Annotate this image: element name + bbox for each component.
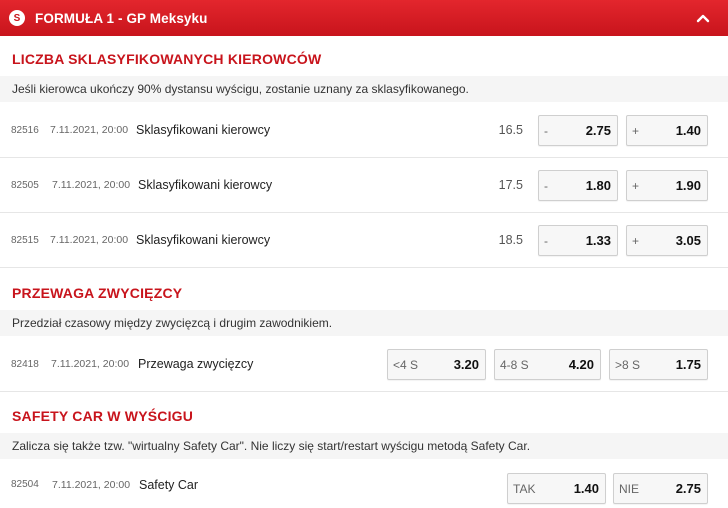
odd-label: +: [632, 233, 640, 248]
odd-value: 1.40: [675, 123, 701, 138]
odd-value: 2.75: [585, 123, 611, 138]
odd-button-plus[interactable]: + 1.90: [626, 170, 708, 201]
odd-button-minus[interactable]: - 1.33: [538, 225, 618, 256]
event-date: 7.11.2021, 20:00: [51, 358, 130, 370]
event-date: 7.11.2021, 20:00: [50, 124, 129, 136]
odd-value: 1.40: [573, 481, 599, 496]
odd-value: 1.90: [675, 178, 701, 193]
odd-label: -: [544, 178, 548, 193]
bet-name: Sklasyfikowani kierowcy: [136, 233, 271, 247]
bet-line: 16.5: [498, 123, 523, 137]
odd-label: TAK: [513, 481, 536, 496]
odd-value: 4.20: [568, 357, 594, 372]
event-date: 7.11.2021, 20:00: [52, 179, 131, 191]
event-code: 82516: [11, 124, 39, 136]
odd-button-yes[interactable]: TAK 1.40: [507, 473, 606, 504]
odd-button-minus[interactable]: - 2.75: [538, 115, 618, 146]
odd-label: 4-8 S: [500, 357, 529, 372]
bet-row: 82504 7.11.2021, 20:00 Safety Car TAK 1.…: [0, 461, 728, 508]
odd-label: <4 S: [393, 357, 419, 372]
section-description: Jeśli kierowca ukończy 90% dystansu wyśc…: [0, 76, 728, 102]
bet-name: Sklasyfikowani kierowcy: [138, 178, 273, 192]
event-date: 7.11.2021, 20:00: [52, 478, 131, 491]
sport-logo-icon: S: [9, 10, 25, 26]
odd-label: >8 S: [615, 357, 641, 372]
odd-label: NIE: [619, 481, 640, 496]
section-title-safety-car: SAFETY CAR W WYŚCIGU: [0, 398, 728, 434]
bet-name: Sklasyfikowani kierowcy: [136, 123, 271, 137]
bet-line: 17.5: [498, 178, 523, 192]
odd-label: +: [632, 123, 640, 138]
market-title: FORMUŁA 1 - GP Meksyku: [35, 10, 208, 26]
odd-button-under-4s[interactable]: <4 S 3.20: [387, 349, 486, 380]
section-description: Zalicza się także tzw. "wirtualny Safety…: [0, 433, 728, 459]
odd-button-4-8s[interactable]: 4-8 S 4.20: [494, 349, 601, 380]
event-code: 82418: [11, 358, 39, 370]
bet-row: 82418 7.11.2021, 20:00 Przewaga zwycięzc…: [0, 337, 728, 392]
section-description: Przedział czasowy między zwycięzcą i dru…: [0, 310, 728, 336]
market-header[interactable]: S FORMUŁA 1 - GP Meksyku: [0, 0, 728, 36]
event-code: 82515: [11, 234, 39, 246]
chevron-up-icon[interactable]: [696, 11, 710, 25]
odd-value: 2.75: [675, 481, 701, 496]
odd-value: 1.75: [675, 357, 701, 372]
odd-value: 1.80: [585, 178, 611, 193]
odd-value: 3.20: [453, 357, 479, 372]
odd-button-no[interactable]: NIE 2.75: [613, 473, 708, 504]
odd-label: -: [544, 233, 548, 248]
odd-button-plus[interactable]: + 1.40: [626, 115, 708, 146]
odd-label: -: [544, 123, 548, 138]
odd-button-minus[interactable]: - 1.80: [538, 170, 618, 201]
odd-value: 3.05: [675, 233, 701, 248]
event-date: 7.11.2021, 20:00: [50, 234, 129, 246]
bet-line: 18.5: [498, 233, 523, 247]
event-code: 82505: [11, 179, 39, 191]
event-code: 82504: [11, 479, 39, 490]
odd-label: +: [632, 178, 640, 193]
bet-name: Safety Car: [139, 477, 199, 492]
section-title-winner-margin: PRZEWAGA ZWYCIĘZCY: [0, 275, 728, 311]
section-title-classified-drivers: LICZBA SKLASYFIKOWANYCH KIEROWCÓW: [0, 41, 728, 77]
bet-row: 82516 7.11.2021, 20:00 Sklasyfikowani ki…: [0, 103, 728, 158]
bet-name: Przewaga zwycięzcy: [138, 357, 254, 371]
odd-value: 1.33: [585, 233, 611, 248]
bet-row: 82505 7.11.2021, 20:00 Sklasyfikowani ki…: [0, 158, 728, 213]
bet-row: 82515 7.11.2021, 20:00 Sklasyfikowani ki…: [0, 213, 728, 268]
odd-button-over-8s[interactable]: >8 S 1.75: [609, 349, 708, 380]
odd-button-plus[interactable]: + 3.05: [626, 225, 708, 256]
